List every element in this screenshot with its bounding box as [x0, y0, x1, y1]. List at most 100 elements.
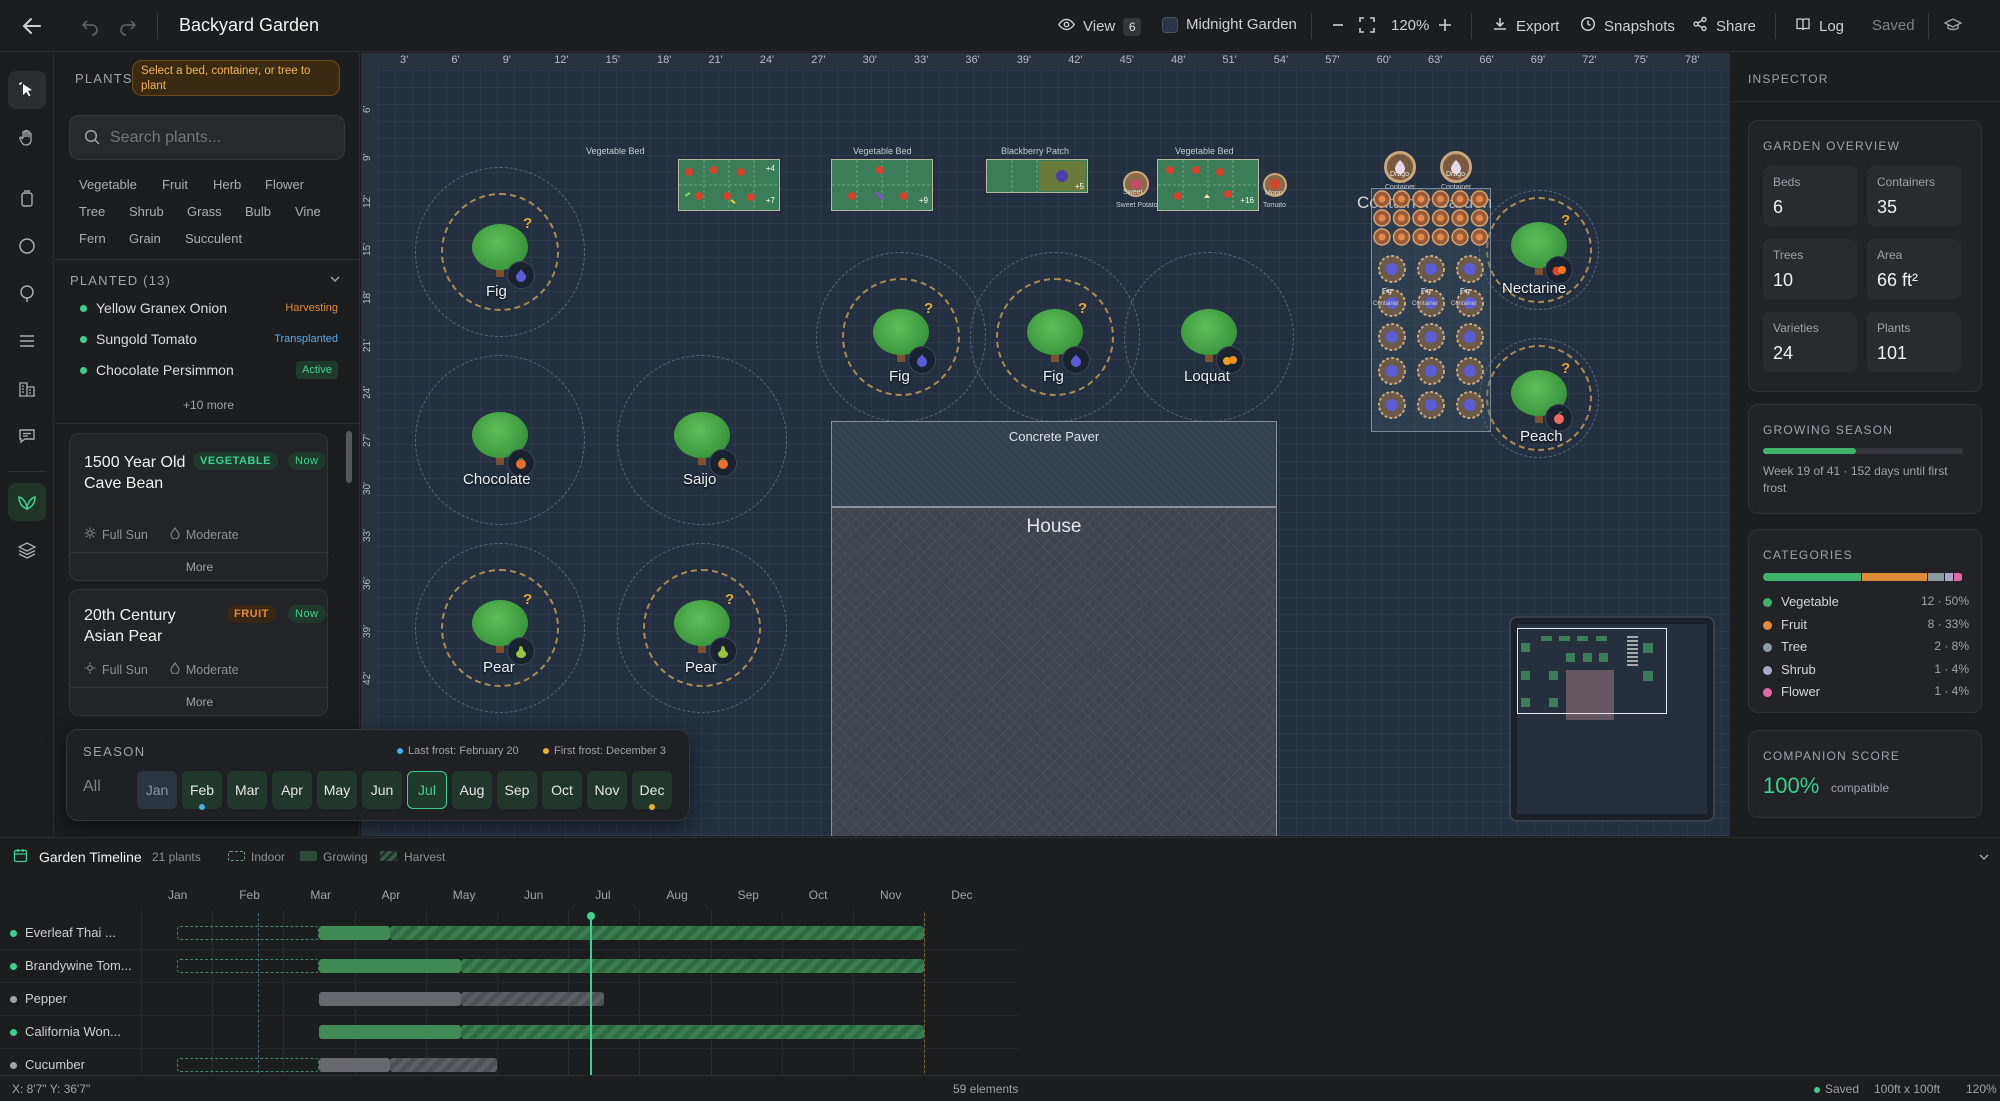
plant-card[interactable]: 20th Century Asian Pear FRUIT Now Full S…	[69, 589, 329, 716]
snapshots-button[interactable]: Snapshots	[1580, 16, 1675, 36]
season-all-button[interactable]: All	[83, 778, 101, 796]
timeline-row[interactable]: Pepper	[0, 983, 1020, 1016]
concrete-paver-label: Concrete Paver	[1008, 429, 1100, 444]
concrete-paver[interactable]: Concrete Paver	[831, 421, 1277, 507]
timeline-row[interactable]: Brandywine Tom...	[0, 950, 1020, 983]
zoom-in-icon[interactable]	[1436, 16, 1454, 39]
growing-bar[interactable]	[319, 1025, 462, 1039]
category-chip-fern[interactable]: Fern	[79, 231, 106, 246]
indoor-bar[interactable]	[176, 959, 319, 973]
growing-bar[interactable]	[319, 1058, 391, 1072]
plants-leaf-icon[interactable]	[8, 483, 46, 521]
planted-item[interactable]: Sungold Tomato Transplanted	[55, 324, 359, 355]
fit-screen-icon[interactable]	[1358, 16, 1376, 39]
category-chip-vine[interactable]: Vine	[295, 204, 321, 219]
redo-icon[interactable]	[118, 16, 138, 41]
harvest-bar[interactable]	[390, 926, 925, 940]
scrollbar-thumb[interactable]	[346, 431, 352, 483]
select-tool-cursor-icon[interactable]	[8, 71, 46, 109]
container-pot-drago[interactable]	[1440, 151, 1472, 183]
vegetable-bed[interactable]: +4 +7	[678, 159, 780, 211]
tree-tool-icon[interactable]	[8, 275, 46, 313]
container-tool-icon[interactable]	[8, 180, 46, 218]
structure-building-icon[interactable]	[8, 370, 46, 408]
share-button[interactable]: Share	[1692, 16, 1756, 36]
ruler-tick: 18'	[657, 54, 672, 66]
month-nov[interactable]: Nov	[587, 771, 627, 809]
category-chip-vegetable[interactable]: Vegetable	[79, 177, 137, 192]
ruler-tick: 12'	[554, 54, 569, 66]
month-aug[interactable]: Aug	[452, 771, 492, 809]
more-button[interactable]: More	[70, 695, 329, 709]
timeline-row[interactable]: California Won...	[0, 1016, 1020, 1049]
growing-bar[interactable]	[319, 992, 462, 1006]
harvest-bar[interactable]	[461, 959, 925, 973]
planted-item[interactable]: Yellow Granex Onion Harvesting	[55, 293, 359, 324]
ruler-tick: 33'	[362, 529, 373, 543]
chevron-down-icon[interactable]	[329, 272, 341, 290]
category-value: 1 · 4%	[1934, 661, 1969, 676]
month-may[interactable]: May	[317, 771, 357, 809]
ruler-tick: 15'	[605, 54, 620, 66]
garden-canvas[interactable]: 3' 6' 9' 12' 15' 18' 21' 24' 27' 30' 33' 36' 39' 42' 4…	[361, 53, 1729, 836]
vegetable-bed[interactable]: +9	[831, 159, 933, 211]
indoor-bar[interactable]	[176, 926, 319, 940]
planted-header[interactable]: PLANTED (13)	[70, 273, 171, 288]
harvest-bar[interactable]	[390, 1058, 497, 1072]
circle-tool-icon[interactable]	[8, 227, 46, 265]
container-garden[interactable]: Fig Fig Fig Container Container Containe…	[1371, 188, 1491, 432]
zoom-out-icon[interactable]	[1330, 16, 1346, 39]
harvest-bar[interactable]	[461, 992, 604, 1006]
vegetable-bed[interactable]: +16	[1157, 159, 1259, 211]
minimap[interactable]	[1509, 616, 1715, 822]
indoor-bar[interactable]	[176, 1058, 319, 1072]
month-oct[interactable]: Oct	[542, 771, 582, 809]
house[interactable]: House	[831, 507, 1277, 836]
layers-icon[interactable]	[8, 531, 46, 569]
harvest-bar[interactable]	[461, 1025, 925, 1039]
pan-hand-icon[interactable]	[8, 119, 46, 157]
container-pot-drago[interactable]	[1384, 151, 1416, 183]
category-chip-bulb[interactable]: Bulb	[245, 204, 271, 219]
month-jan[interactable]: Jan	[137, 771, 177, 809]
log-button[interactable]: Log	[1795, 16, 1844, 36]
month-jun[interactable]: Jun	[362, 771, 402, 809]
container-fig-label: Fig	[1382, 288, 1392, 295]
minimap-viewport[interactable]	[1517, 628, 1667, 714]
more-planted-link[interactable]: +10 more	[183, 398, 234, 412]
rows-tool-icon[interactable]	[8, 322, 46, 360]
category-name: Fruit	[1781, 616, 1807, 632]
plant-card[interactable]: 1500 Year Old Cave Bean VEGETABLE Now Fu…	[69, 433, 329, 581]
back-arrow-icon[interactable]	[20, 14, 44, 43]
category-chip-flower[interactable]: Flower	[265, 177, 304, 192]
search-box[interactable]	[69, 115, 345, 160]
month-jul[interactable]: Jul	[407, 771, 447, 809]
growing-bar[interactable]	[319, 926, 391, 940]
export-button[interactable]: Export	[1492, 16, 1559, 36]
growing-bar[interactable]	[319, 959, 462, 973]
water-drop-icon	[170, 527, 180, 542]
category-chip-grain[interactable]: Grain	[129, 231, 161, 246]
needs-info-mark: ?	[725, 591, 735, 608]
collapse-chevron-icon[interactable]	[1978, 850, 1990, 868]
month-apr[interactable]: Apr	[272, 771, 312, 809]
category-chip-tree[interactable]: Tree	[79, 204, 105, 219]
more-button[interactable]: More	[70, 560, 329, 574]
planted-item[interactable]: Chocolate Persimmon Active	[55, 355, 359, 386]
graduation-cap-icon[interactable]	[1943, 16, 1963, 39]
undo-icon[interactable]	[80, 16, 100, 41]
timeline-row[interactable]: Cucumber	[0, 1049, 1020, 1075]
month-mar[interactable]: Mar	[227, 771, 267, 809]
month-sep[interactable]: Sep	[497, 771, 537, 809]
search-input[interactable]	[110, 126, 334, 150]
category-chip-herb[interactable]: Herb	[213, 177, 241, 192]
category-chip-grass[interactable]: Grass	[187, 204, 222, 219]
view-button[interactable]: View 6	[1058, 16, 1142, 37]
timeline-row[interactable]: Everleaf Thai ...	[0, 917, 1020, 950]
blackberry-patch[interactable]: +5	[986, 159, 1088, 193]
category-chip-fruit[interactable]: Fruit	[162, 177, 188, 192]
category-chip-shrub[interactable]: Shrub	[129, 204, 164, 219]
category-chip-succulent[interactable]: Succulent	[185, 231, 242, 246]
theme-toggle[interactable]: Midnight Garden	[1162, 16, 1297, 33]
comment-icon[interactable]	[8, 417, 46, 455]
